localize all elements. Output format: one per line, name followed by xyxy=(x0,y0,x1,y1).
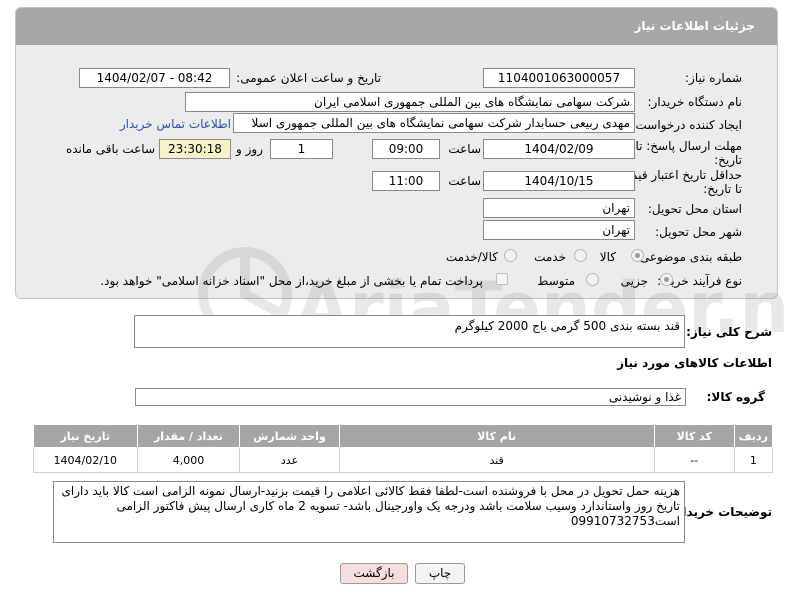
province-field: تهران xyxy=(483,198,635,218)
category-label: طبقه بندی موضوعی: xyxy=(635,250,742,264)
validity-time-label: ساعت xyxy=(448,174,481,188)
col-qty: تعداد / مقدار xyxy=(136,424,241,448)
buyer-contact-link[interactable]: اطلاعات تماس خریدار xyxy=(120,117,231,131)
reply-date-field: 1404/02/09 xyxy=(483,139,635,159)
category-option-service: خدمت xyxy=(534,250,566,264)
creator-field: مهدی ربیعی حسابدار شرکت سهامی نمایشگاه ه… xyxy=(233,113,635,133)
buyer-org-label: نام دستگاه خریدار: xyxy=(647,95,743,109)
goods-group-label: گروه کالا: xyxy=(706,390,765,404)
days-field: 1 xyxy=(270,139,333,159)
days-label: روز و xyxy=(236,142,263,156)
col-code: کد کالا xyxy=(653,424,735,448)
validity-time-field: 11:00 xyxy=(372,171,440,191)
category-option-goods: کالا xyxy=(599,250,616,264)
cell-row: 1 xyxy=(733,447,774,473)
remaining-time-field: 23:30:18 xyxy=(159,139,231,159)
creator-label: ایجاد کننده درخواست: xyxy=(631,118,742,132)
items-table: ردیف کد کالا نام کالا واحد شمارش تعداد /… xyxy=(33,424,774,473)
goods-section-title: اطلاعات کالاهای مورد نیاز xyxy=(617,356,772,370)
treasury-note: پرداخت تمام یا بخشی از مبلغ خرید،از محل … xyxy=(100,274,483,288)
panel-title: جزئیات اطلاعات نیاز xyxy=(634,19,755,33)
col-name: نام کالا xyxy=(338,424,655,448)
reply-deadline-label-2: تاریخ: xyxy=(714,153,742,167)
panel-header: جزئیات اطلاعات نیاز xyxy=(16,8,777,45)
announce-label: تاریخ و ساعت اعلان عمومی: xyxy=(236,71,381,85)
summary-field: قند بسته بندی 500 گرمی باج 2000 کیلوگرم xyxy=(134,315,685,348)
cell-qty: 4,000 xyxy=(136,447,241,473)
reply-deadline-label: مهلت ارسال پاسخ: تا xyxy=(635,139,742,153)
category-radio-goods[interactable] xyxy=(631,249,644,262)
process-option-minor: جزیی xyxy=(620,274,648,288)
city-field: تهران xyxy=(483,220,635,240)
treasury-checkbox[interactable] xyxy=(496,273,508,285)
category-option-goods-service: کالا/خدمت xyxy=(445,250,498,264)
category-radio-service[interactable] xyxy=(574,249,587,262)
back-button[interactable]: بازگشت xyxy=(340,563,408,584)
print-button[interactable]: چاپ xyxy=(415,563,465,584)
category-radio-goods-service[interactable] xyxy=(504,249,517,262)
buyer-notes-label: توضیحات خریدار: xyxy=(670,505,772,519)
need-number-label: شماره نیاز: xyxy=(685,71,742,85)
remaining-label: ساعت باقی مانده xyxy=(65,142,155,156)
cell-name: قند xyxy=(338,447,655,473)
province-label: استان محل تحویل: xyxy=(647,202,742,216)
items-table-header: ردیف کد کالا نام کالا واحد شمارش تعداد /… xyxy=(33,424,774,448)
cell-unit: عدد xyxy=(239,447,340,473)
validity-date-field: 1404/10/15 xyxy=(483,171,635,191)
summary-label: شرح کلی نیاز: xyxy=(686,325,772,339)
buyer-notes-field: هزینه حمل تحویل در محل با فروشنده است-لط… xyxy=(53,481,685,543)
buyer-org-field: شرکت سهامی نمایشگاه های بین المللی جمهور… xyxy=(185,92,635,112)
cell-code: -- xyxy=(653,447,735,473)
process-radio-minor[interactable] xyxy=(660,273,673,286)
col-row: ردیف xyxy=(733,424,774,448)
reply-time-field: 09:00 xyxy=(372,139,440,159)
need-number-field: 1104001063000057 xyxy=(483,68,635,88)
cell-date: 1404/02/10 xyxy=(33,447,138,473)
table-row: 1 -- قند عدد 4,000 1404/02/10 xyxy=(33,447,774,473)
announce-datetime-field: 1404/02/07 - 08:42 xyxy=(79,68,230,88)
reply-time-label: ساعت xyxy=(448,142,481,156)
process-option-medium: متوسط xyxy=(537,274,575,288)
col-date: تاریخ نیاز xyxy=(33,424,138,448)
city-label: شهر محل تحویل: xyxy=(655,225,742,239)
col-unit: واحد شمارش xyxy=(239,424,340,448)
process-radio-medium[interactable] xyxy=(586,273,599,286)
price-validity-label-2: تا تاریخ: xyxy=(703,182,742,196)
goods-group-field: غذا و نوشیدنی xyxy=(135,388,686,406)
